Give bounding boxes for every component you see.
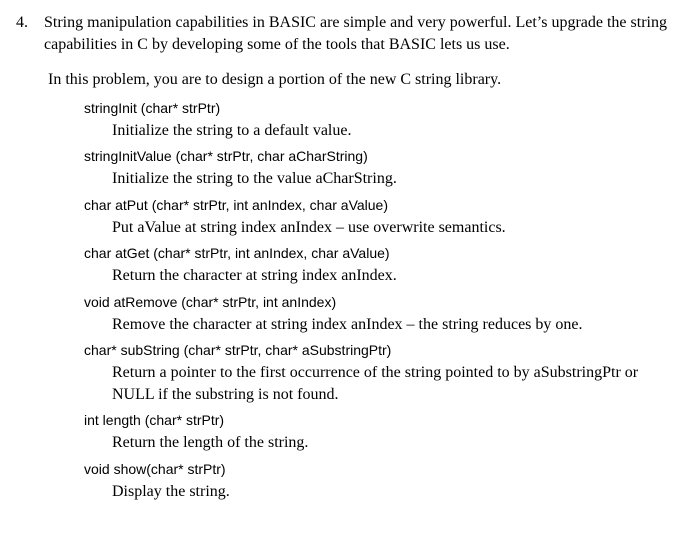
func-sig-stringinitvalue: stringInitValue (char* strPtr, char aCha… <box>84 147 683 166</box>
func-desc-atput: Put aValue at string index anIndex – use… <box>112 217 683 239</box>
question-intro: String manipulation capabilities in BASI… <box>44 12 683 55</box>
func-sig-atget: char atGet (char* strPtr, int anIndex, c… <box>84 244 683 263</box>
func-desc-stringinitvalue: Initialize the string to the value aChar… <box>112 168 683 190</box>
question-lead: In this problem, you are to design a por… <box>48 69 683 91</box>
func-desc-stringinit: Initialize the string to a default value… <box>112 120 683 142</box>
func-sig-atremove: void atRemove (char* strPtr, int anIndex… <box>84 293 683 312</box>
func-sig-substring: char* subString (char* strPtr, char* aSu… <box>84 341 683 360</box>
question-header: 4. String manipulation capabilities in B… <box>16 12 683 55</box>
func-sig-show: void show(char* strPtr) <box>84 460 683 479</box>
func-desc-length: Return the length of the string. <box>112 432 683 454</box>
function-list: stringInit (char* strPtr) Initialize the… <box>84 99 683 502</box>
func-sig-length: int length (char* strPtr) <box>84 411 683 430</box>
func-desc-atremove: Remove the character at string index anI… <box>112 314 683 336</box>
func-sig-stringinit: stringInit (char* strPtr) <box>84 99 683 118</box>
func-desc-atget: Return the character at string index anI… <box>112 265 683 287</box>
func-desc-show: Display the string. <box>112 481 683 503</box>
func-sig-atput: char atPut (char* strPtr, int anIndex, c… <box>84 196 683 215</box>
func-desc-substring: Return a pointer to the first occurrence… <box>112 362 683 405</box>
question-number: 4. <box>16 12 44 34</box>
